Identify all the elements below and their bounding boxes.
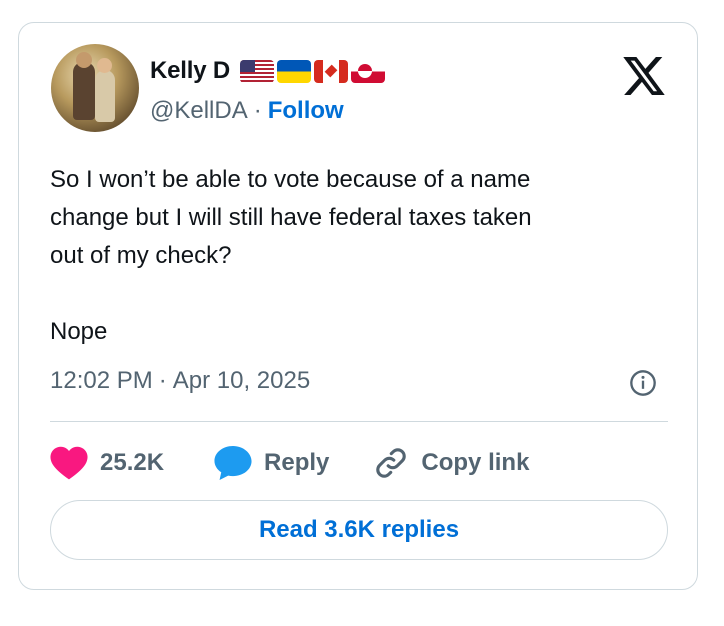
greenland-flag-icon <box>350 59 385 83</box>
us-flag-icon <box>239 59 274 83</box>
heart-icon <box>50 446 88 480</box>
avatar-figure <box>97 58 112 73</box>
author-handle[interactable]: @KellDA <box>150 97 248 125</box>
x-logo-icon[interactable] <box>623 57 665 95</box>
tweet-date[interactable]: Apr 10, 2025 <box>173 367 310 395</box>
author-flags <box>239 59 385 83</box>
avatar-figure <box>76 52 92 68</box>
reply-button[interactable]: Reply <box>214 446 329 480</box>
author-handle-row: @KellDA · Follow <box>150 97 344 125</box>
like-button[interactable]: 25.2K <box>50 446 164 480</box>
canada-flag-icon <box>313 59 348 83</box>
divider <box>50 421 668 422</box>
tweet-actions: 25.2K Reply Copy link <box>50 443 670 483</box>
timestamp-separator: · <box>158 367 167 394</box>
tweet-card: Kelly D @KellDA · Follow So I won’t be a… <box>18 22 698 590</box>
reply-label: Reply <box>264 449 330 476</box>
info-icon[interactable] <box>629 369 657 397</box>
copy-link-button[interactable]: Copy link <box>373 446 529 480</box>
author-avatar[interactable] <box>51 44 139 132</box>
avatar-figure <box>95 70 115 122</box>
reply-bubble-icon <box>214 446 252 480</box>
copy-link-label: Copy link <box>421 449 530 476</box>
follow-button[interactable]: Follow <box>268 97 344 125</box>
author-name[interactable]: Kelly D <box>150 57 230 85</box>
ukraine-flag-icon <box>276 59 311 83</box>
handle-separator: · <box>253 97 262 124</box>
link-icon <box>376 448 407 478</box>
like-count: 25.2K <box>100 449 165 476</box>
read-replies-button[interactable]: Read 3.6K replies <box>50 500 668 560</box>
author-name-row: Kelly D <box>150 57 385 85</box>
tweet-text: So I won’t be able to vote because of a … <box>50 166 532 345</box>
avatar-figure <box>73 62 95 120</box>
tweet-time[interactable]: 12:02 PM <box>50 367 153 395</box>
tweet-timestamp[interactable]: 12:02 PM · Apr 10, 2025 <box>50 367 310 395</box>
